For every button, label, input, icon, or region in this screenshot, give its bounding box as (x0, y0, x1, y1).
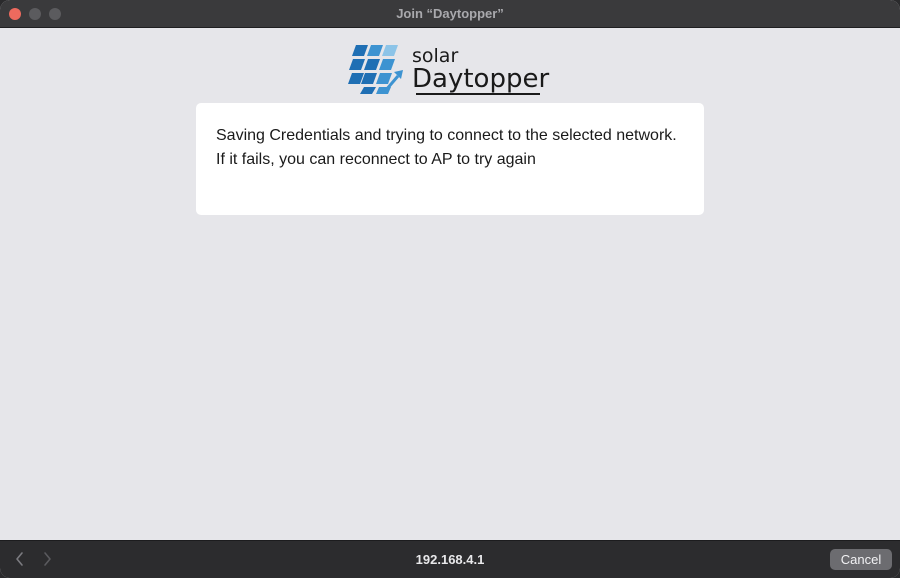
window-title: Join “Daytopper” (396, 6, 504, 21)
address-label: 192.168.4.1 (415, 552, 485, 567)
solar-panel-icon (348, 45, 403, 94)
page-content: solar Daytopper Saving Credentials and t… (0, 28, 900, 540)
logo-daytopper-text: Daytopper (412, 64, 549, 94)
title-bar: Join “Daytopper” (0, 0, 900, 28)
daytopper-logo: solar Daytopper (348, 45, 549, 95)
captive-portal-window: Join “Daytopper” solar Daytopper Saving … (0, 0, 900, 578)
cancel-button[interactable]: Cancel (830, 549, 892, 570)
status-message-line-2: If it fails, you can reconnect to AP to … (216, 151, 536, 168)
status-message-line-1: Saving Credentials and trying to connect… (216, 127, 677, 144)
bottom-toolbar: 192.168.4.1 Cancel (0, 540, 900, 578)
status-message-card: Saving Credentials and trying to connect… (196, 103, 704, 215)
